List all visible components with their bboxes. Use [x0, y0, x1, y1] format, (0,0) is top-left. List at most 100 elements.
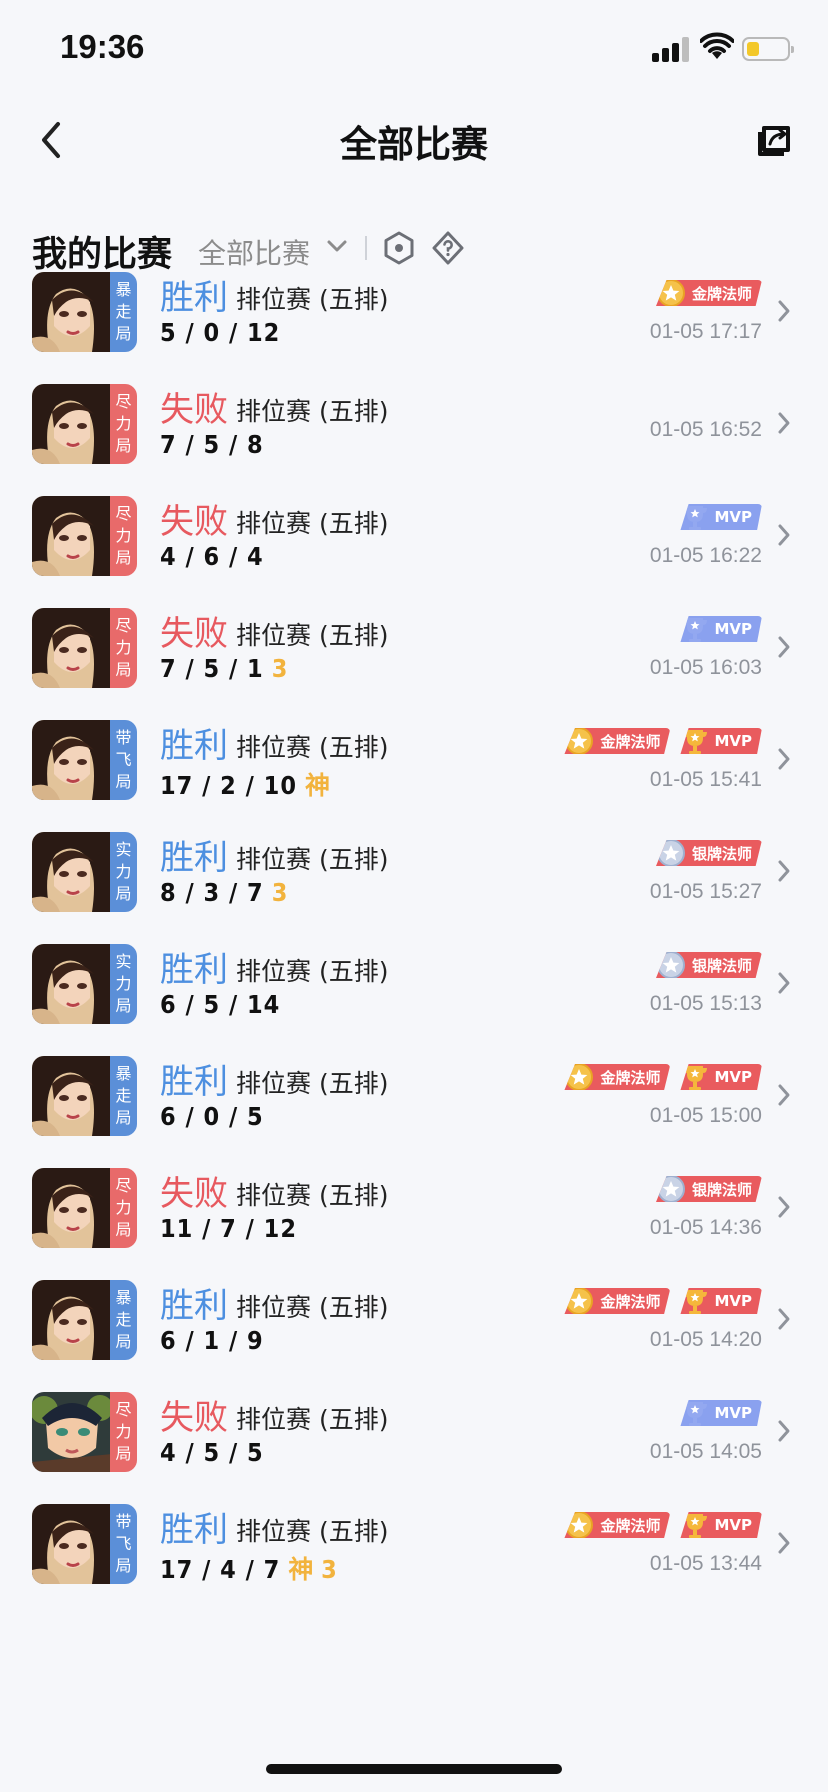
match-row[interactable]: 暴走局胜利 排位赛 (五排) 6 / 1 / 9 金牌法师 MVP 01-05 14:20 [0, 1276, 828, 1404]
chevron-right-icon[interactable] [776, 1082, 792, 1108]
status-bar: 19:36 [0, 0, 828, 100]
chevron-right-icon[interactable] [776, 1306, 792, 1332]
match-mode: 排位赛 (五排) [236, 1405, 389, 1434]
mvp-badge: MVP [680, 1288, 762, 1314]
gold-medal-icon [565, 728, 594, 754]
match-mode: 排位赛 (五排) [236, 509, 389, 538]
match-tag: 暴走局 [110, 272, 137, 352]
divider [365, 236, 367, 260]
match-time: 01-05 14:20 [649, 1328, 762, 1351]
hero-portrait-icon [32, 608, 112, 688]
match-row[interactable]: 带飞局胜利 排位赛 (五排) 17 / 4 / 7神 3 金牌法师 MVP 01-05 1… [0, 1500, 828, 1628]
match-tag-char: 飞 [115, 1534, 132, 1553]
hero-portrait-icon [32, 384, 112, 464]
hero-avatar: 实力局 [32, 944, 137, 1024]
mvp-badge: MVP [680, 504, 762, 530]
match-kda: 6 / 0 / 5 [160, 1102, 264, 1131]
scope-selector[interactable]: 全部比赛 [198, 232, 310, 272]
match-tag-char: 暴 [115, 1064, 132, 1083]
hero-avatar: 带飞局 [32, 720, 137, 800]
achievement-mark: 神 [304, 771, 330, 800]
chevron-right-icon[interactable] [776, 522, 792, 548]
match-result: 胜利 [160, 726, 228, 766]
match-tag-char: 局 [115, 548, 132, 567]
badge-group: 银牌法师 [655, 840, 762, 868]
chevron-right-icon[interactable] [776, 1418, 792, 1444]
title-badge: 金牌法师 [564, 728, 671, 754]
match-kda: 5 / 0 / 12 [160, 318, 280, 347]
hexagon-icon[interactable] [384, 231, 414, 265]
mvp-badge: MVP [680, 1064, 762, 1090]
match-kda: 7 / 5 / 8 [160, 430, 264, 459]
chevron-right-icon[interactable] [776, 746, 792, 772]
chevron-right-icon[interactable] [776, 1194, 792, 1220]
match-row[interactable]: 尽力局失败 排位赛 (五排) 4 / 5 / 5 MVP 01-05 14:05 [0, 1388, 828, 1516]
match-tag-char: 尽 [115, 504, 132, 523]
badge-label: 金牌法师 [691, 284, 752, 303]
match-tag: 尽力局 [110, 384, 137, 464]
match-tag-char: 暴 [115, 1288, 132, 1307]
help-diamond-icon[interactable] [432, 231, 464, 265]
kda-value: 6 / 0 / 5 [160, 1102, 264, 1131]
filter-row: 我的比赛 全部比赛 [32, 222, 812, 275]
chevron-down-icon[interactable] [326, 238, 348, 254]
match-tag-char: 暴 [115, 280, 132, 299]
match-row[interactable]: 实力局胜利 排位赛 (五排) 6 / 5 / 14 银牌法师 01-05 15:13 [0, 940, 828, 1068]
match-row[interactable]: 暴走局胜利 排位赛 (五排) 6 / 0 / 5 金牌法师 MVP 01-05 15:00 [0, 1052, 828, 1180]
badge-group: 金牌法师 MVP [564, 1064, 762, 1092]
gold-medal-icon [565, 1512, 594, 1538]
match-time: 01-05 15:27 [649, 880, 762, 903]
badge-label: 银牌法师 [691, 1180, 752, 1199]
battery-icon [742, 37, 794, 61]
match-row[interactable]: 实力局胜利 排位赛 (五排) 8 / 3 / 7 3 银牌法师 01-05 15:27 [0, 828, 828, 956]
chevron-right-icon[interactable] [776, 858, 792, 884]
hero-avatar: 实力局 [32, 832, 137, 912]
badge-label: 金牌法师 [600, 1068, 661, 1087]
silver-medal-icon [656, 952, 685, 978]
home-indicator[interactable] [266, 1764, 562, 1774]
share-icon[interactable] [754, 120, 794, 160]
match-tag-char: 带 [115, 1512, 132, 1531]
chevron-right-icon[interactable] [776, 1530, 792, 1556]
hero-portrait-icon [32, 720, 112, 800]
match-row[interactable]: 尽力局失败 排位赛 (五排) 7 / 5 / 1 3 MVP 01-05 16:03 [0, 604, 828, 732]
match-row[interactable]: 暴走局胜利 排位赛 (五排) 5 / 0 / 12 金牌法师 01-05 17:17 [0, 268, 828, 396]
match-tag-char: 尽 [115, 616, 132, 635]
title-badge: 金牌法师 [564, 1512, 671, 1538]
badge-group: 金牌法师 MVP [564, 1512, 762, 1540]
match-tag-char: 尽 [115, 1400, 132, 1419]
match-time: 01-05 15:41 [649, 768, 762, 791]
match-time: 01-05 14:05 [649, 1440, 762, 1463]
chevron-right-icon[interactable] [776, 410, 792, 436]
match-row[interactable]: 尽力局失败 排位赛 (五排) 7 / 5 / 8 01-05 16:52 [0, 380, 828, 508]
match-row[interactable]: 尽力局失败 排位赛 (五排) 4 / 6 / 4 MVP 01-05 16:22 [0, 492, 828, 620]
match-tag-char: 局 [115, 884, 132, 903]
hero-portrait-icon [32, 272, 112, 352]
match-tag-char: 走 [115, 1086, 132, 1105]
match-kda: 6 / 5 / 14 [160, 990, 280, 1019]
badge-label: 金牌法师 [600, 732, 661, 751]
match-tag-char: 局 [115, 1332, 132, 1351]
trophy-icon [683, 1514, 708, 1538]
match-mode: 排位赛 (五排) [236, 1069, 389, 1098]
match-tag: 尽力局 [110, 608, 137, 688]
match-mode: 排位赛 (五排) [236, 621, 389, 650]
chevron-right-icon[interactable] [776, 634, 792, 660]
match-time: 01-05 16:03 [649, 656, 762, 679]
hero-avatar: 尽力局 [32, 496, 137, 576]
match-result: 失败 [160, 502, 228, 542]
kda-value: 7 / 5 / 1 [160, 654, 264, 683]
match-row[interactable]: 尽力局失败 排位赛 (五排) 11 / 7 / 12 银牌法师 01-05 14:36 [0, 1164, 828, 1292]
hero-avatar: 暴走局 [32, 272, 137, 352]
hero-portrait-icon [32, 944, 112, 1024]
trophy-icon [683, 618, 708, 642]
badge-group: 银牌法师 [655, 952, 762, 980]
match-mode: 排位赛 (五排) [236, 733, 389, 762]
trophy-icon [683, 1402, 708, 1426]
match-row[interactable]: 带飞局胜利 排位赛 (五排) 17 / 2 / 10 神金牌法师 MVP 01-05 15… [0, 716, 828, 844]
match-tag-char: 走 [115, 302, 132, 321]
chevron-right-icon[interactable] [776, 970, 792, 996]
badge-group: 银牌法师 [655, 1176, 762, 1204]
badge-label: MVP [714, 1404, 752, 1422]
chevron-right-icon[interactable] [776, 298, 792, 324]
